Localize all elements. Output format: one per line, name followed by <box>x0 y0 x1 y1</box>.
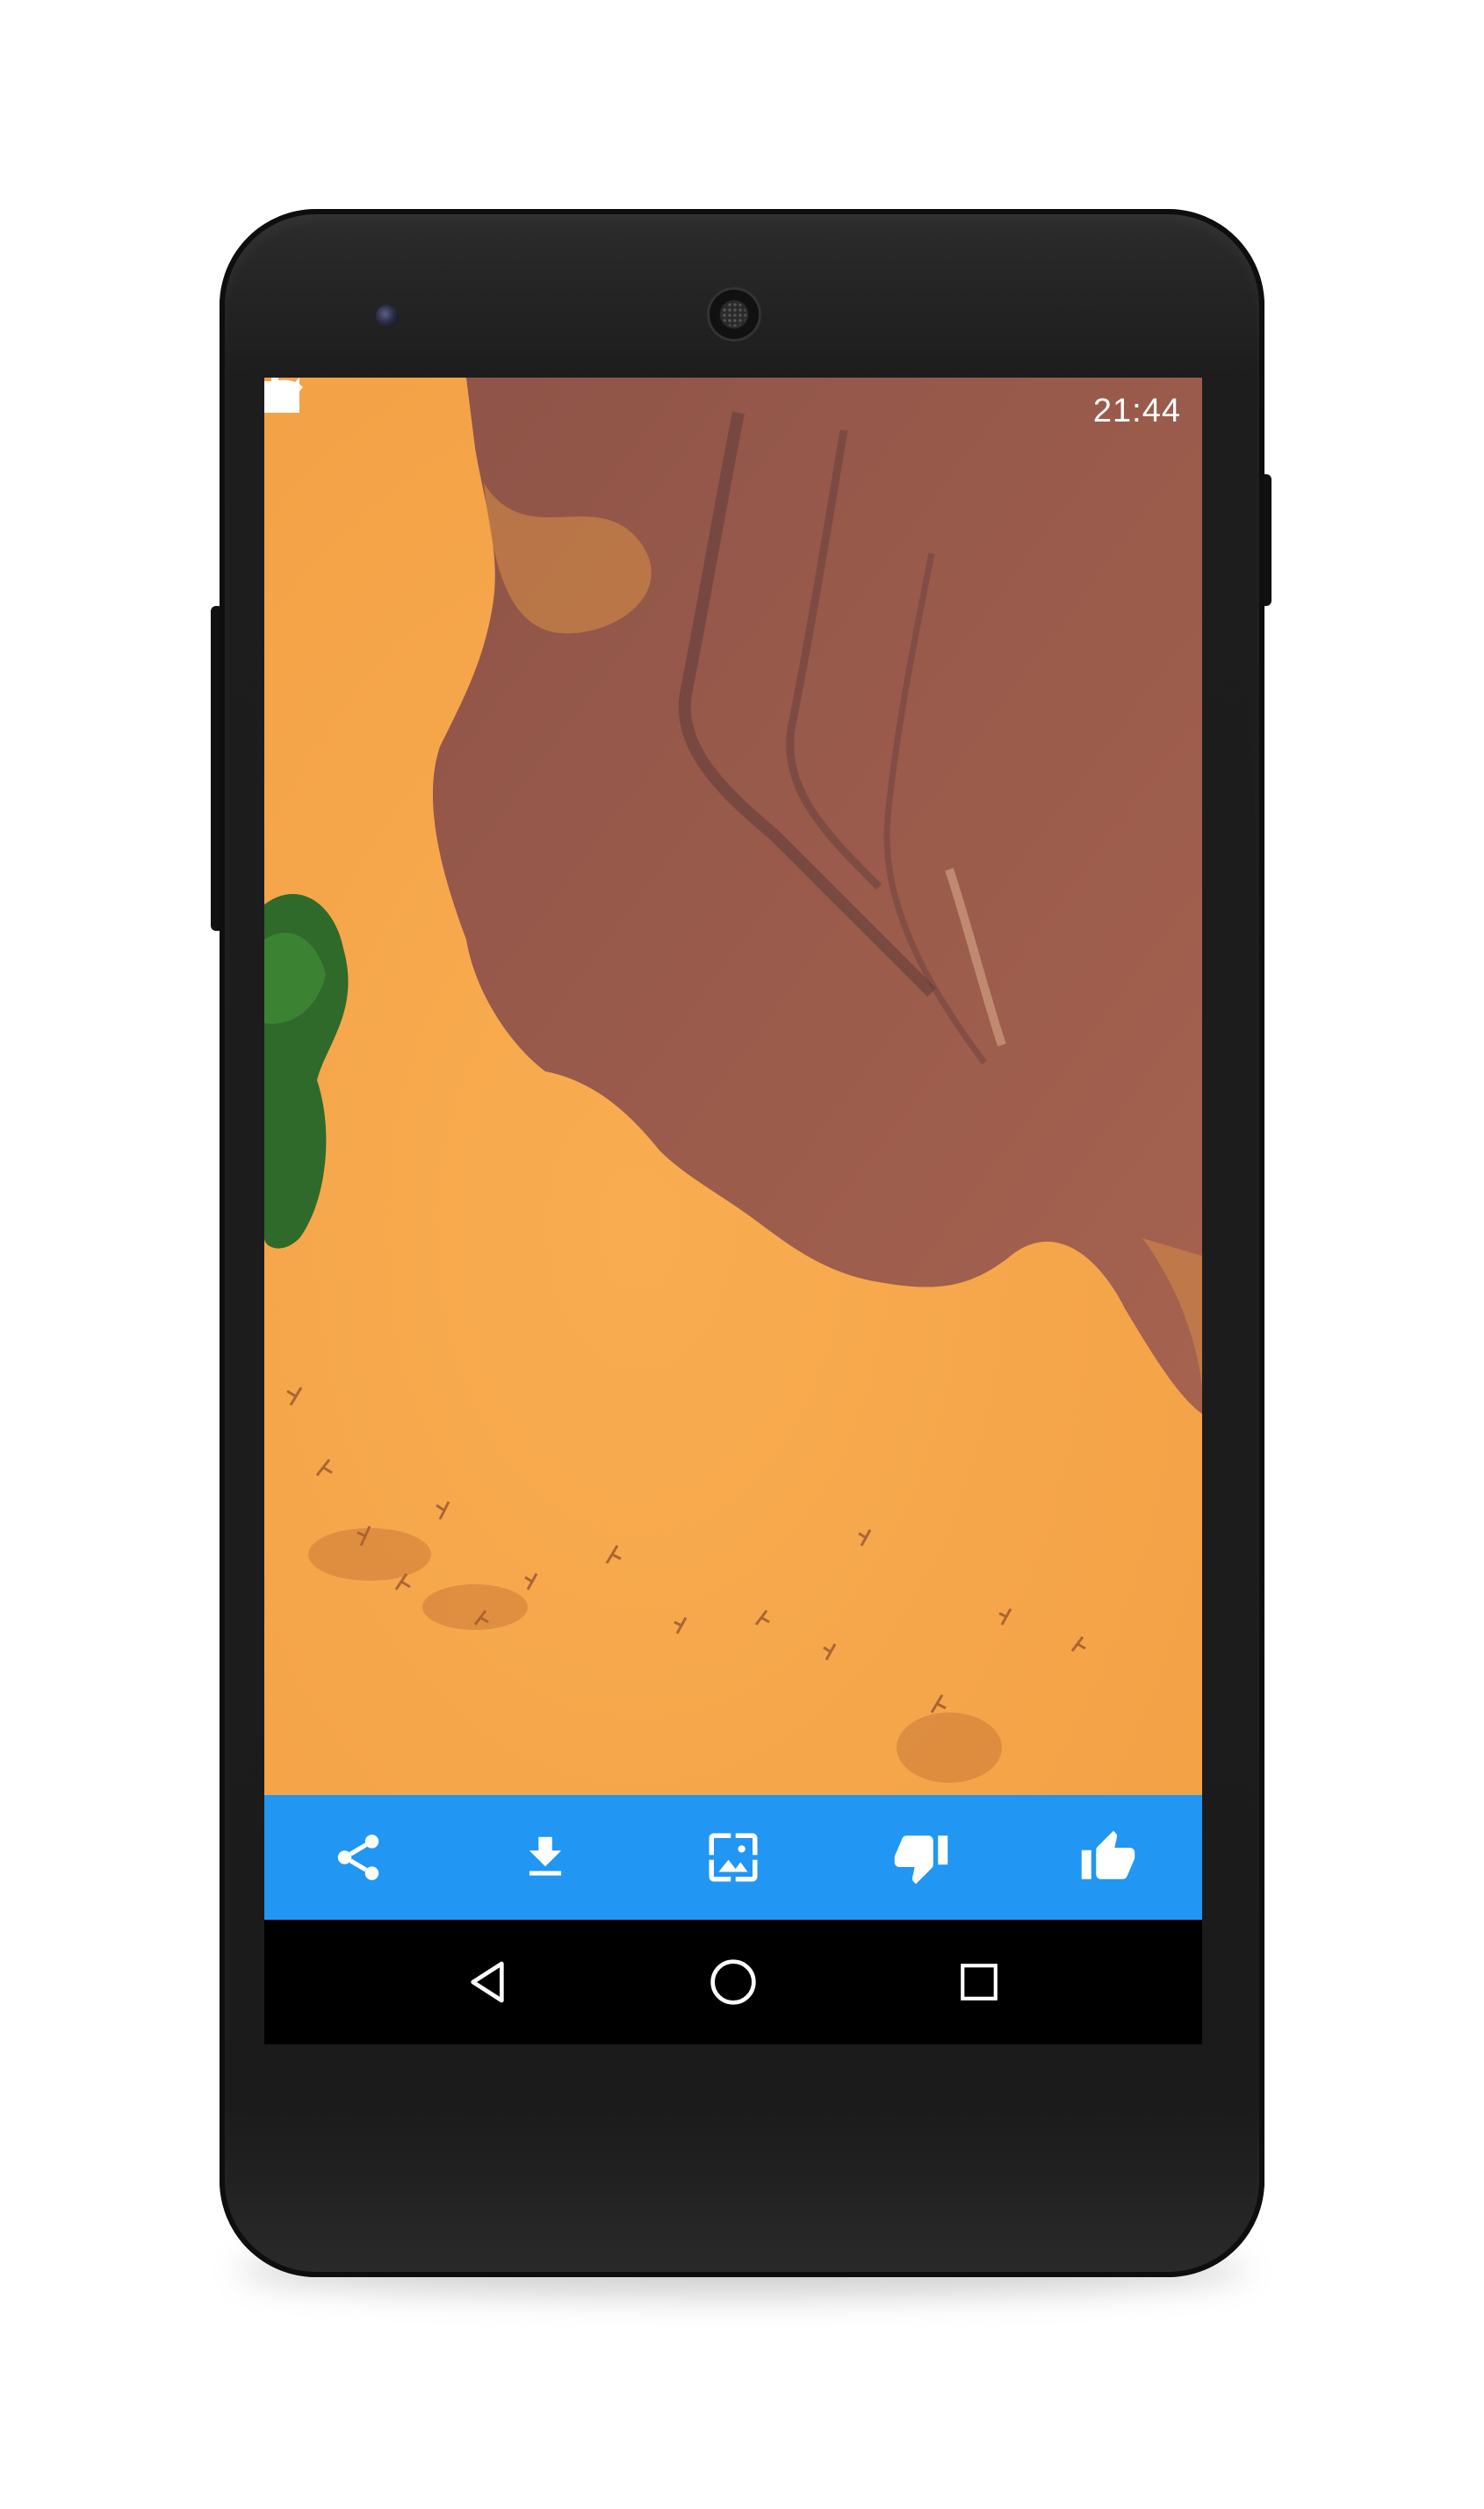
recents-square-icon <box>961 1964 998 2001</box>
back-triangle-icon <box>471 1961 504 2003</box>
front-camera-icon <box>376 305 399 328</box>
download-icon <box>529 1836 562 1876</box>
wallpaper-image <box>264 378 1202 1795</box>
status-bar: 21:44 <box>264 378 1202 444</box>
home-button[interactable] <box>685 1934 782 2030</box>
proximity-sensor <box>1054 307 1068 321</box>
share-icon <box>337 1835 379 1880</box>
earpiece-speaker-icon <box>710 290 759 339</box>
status-clock: 21:44 <box>1092 392 1181 429</box>
recents-button[interactable] <box>931 1934 1027 2030</box>
thumbs-down-icon <box>894 1835 947 1885</box>
set-wallpaper-button[interactable] <box>681 1805 786 1910</box>
like-button[interactable] <box>1055 1805 1161 1910</box>
wallpaper-icon <box>709 1833 758 1882</box>
thumbs-up-icon <box>1081 1830 1135 1879</box>
share-button[interactable] <box>306 1805 411 1910</box>
light-sensor <box>1082 307 1096 321</box>
system-navigation-bar <box>264 1920 1202 2044</box>
dislike-button[interactable] <box>868 1805 974 1910</box>
wallpaper-preview: 21:44 <box>264 378 1202 1795</box>
battery-icon <box>264 378 285 413</box>
download-button[interactable] <box>493 1805 598 1910</box>
phone-screen: 21:44 <box>264 378 1202 2044</box>
home-circle-icon <box>710 1959 756 2005</box>
back-button[interactable] <box>439 1934 536 2030</box>
wallpaper-action-bar <box>264 1795 1202 1920</box>
